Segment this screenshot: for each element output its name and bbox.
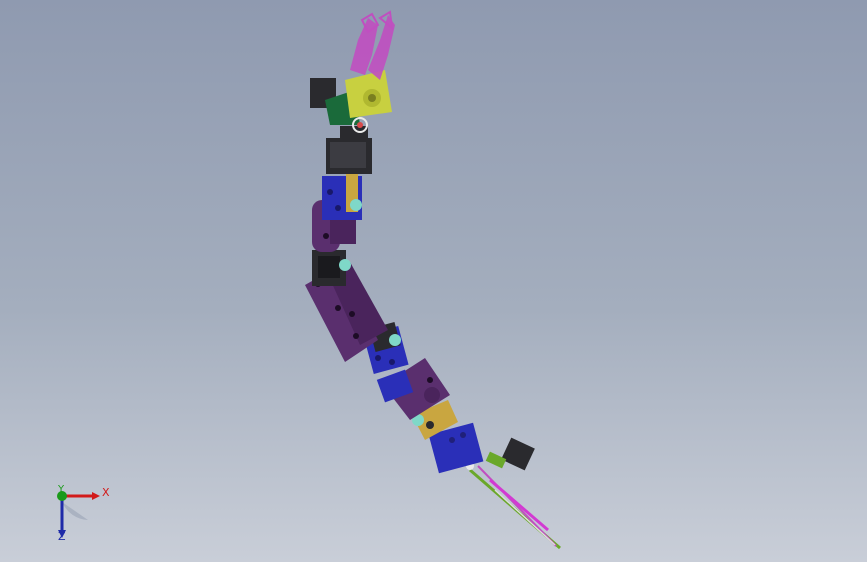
joint-wrist-bracket[interactable] <box>322 172 362 220</box>
servo-shoulder[interactable] <box>312 250 351 286</box>
x-axis-label: X <box>102 486 110 499</box>
graphics-viewport[interactable]: X Y Z <box>0 0 867 562</box>
robot-arm-model[interactable] <box>0 0 867 562</box>
z-axis-label: Z <box>58 530 66 543</box>
gripper-assembly[interactable] <box>310 10 395 133</box>
y-axis-label: Y <box>58 484 65 495</box>
servo-wrist[interactable] <box>326 126 372 174</box>
